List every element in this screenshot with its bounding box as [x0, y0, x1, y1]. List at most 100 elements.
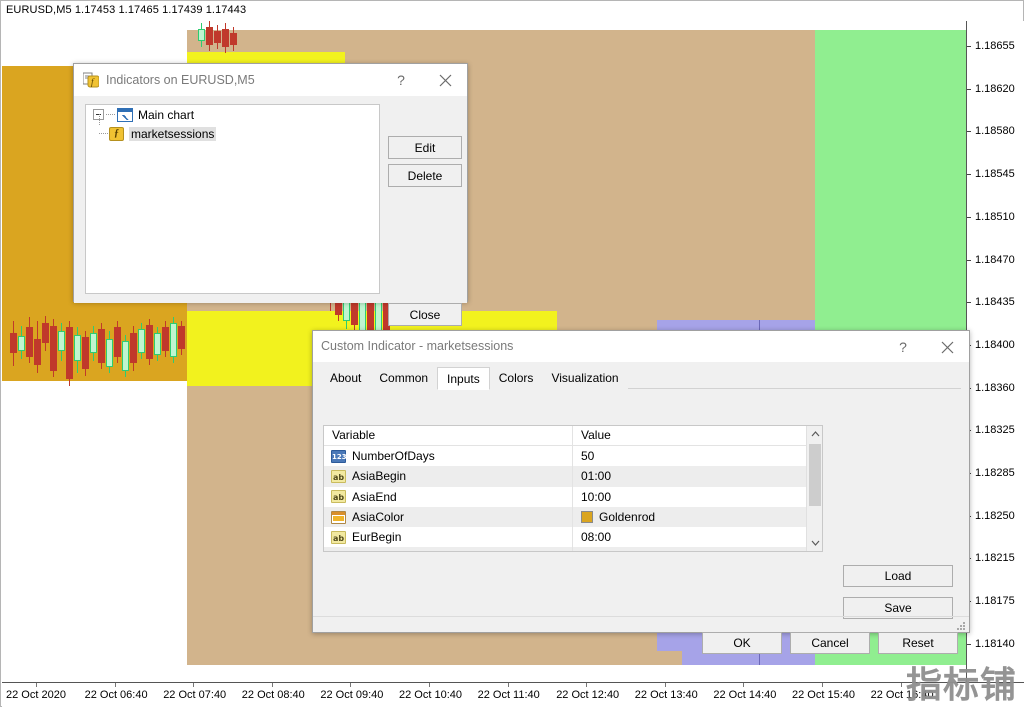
candle-body: [367, 299, 374, 333]
cell-variable: ab EurEnd: [324, 551, 572, 552]
time-tick: [743, 683, 745, 687]
dialog-divider: [313, 616, 969, 617]
scroll-down-icon[interactable]: [807, 535, 822, 551]
time-label: 22 Oct 12:40: [556, 689, 620, 701]
price-scale[interactable]: 1.18655 1.18620 1.18580 1.18545 1.18510 1.184…: [966, 21, 1024, 693]
time-label: 22 Oct 15:40: [792, 689, 855, 701]
price-tick: [967, 46, 971, 47]
table-row[interactable]: AsiaColor Goldenrod: [324, 506, 822, 528]
reset-button[interactable]: Reset: [878, 632, 958, 654]
variable-name: AsiaBegin: [352, 469, 407, 484]
custom-indicator-dialog[interactable]: Custom Indicator - marketsessions ? Abou…: [312, 330, 970, 654]
tab-inputs[interactable]: Inputs: [437, 367, 490, 390]
time-tick: [429, 683, 430, 687]
time-tick: [507, 683, 509, 687]
time-tick: [900, 683, 902, 687]
resize-grip[interactable]: [956, 621, 966, 631]
column-header-value: Value: [572, 426, 822, 445]
price-label: 1.18470: [975, 253, 1015, 266]
tab-visualization[interactable]: Visualization: [542, 368, 628, 389]
candle-body: [58, 331, 65, 351]
table-row[interactable]: ab AsiaEnd 10:00: [324, 486, 822, 507]
value-text: Goldenrod: [599, 510, 656, 525]
price-tick: [967, 643, 971, 645]
cell-value[interactable]: 10:00: [572, 486, 822, 507]
time-label: 22 Oct 08:40: [241, 689, 305, 701]
cell-value[interactable]: 16:00: [572, 547, 822, 551]
price-tick: [967, 216, 971, 218]
time-label: 22 Oct 10:40: [399, 689, 462, 701]
cell-value[interactable]: 08:00: [572, 527, 822, 548]
ok-button[interactable]: OK: [702, 632, 782, 654]
tree-label-main-chart: Main chart: [138, 107, 195, 122]
time-label: 22 Oct 14:40: [713, 689, 777, 701]
variable-name: AsiaEnd: [352, 489, 397, 504]
candle-body: [50, 326, 57, 371]
candle-body: [26, 327, 33, 357]
time-tick: [664, 683, 666, 687]
custom-indicator-titlebar[interactable]: Custom Indicator - marketsessions ?: [313, 331, 969, 362]
time-tick: [271, 683, 273, 687]
candle-body: [66, 327, 73, 379]
variable-name: EurEnd: [352, 551, 392, 552]
candle-body: [98, 329, 105, 363]
load-button[interactable]: Load: [843, 565, 953, 587]
table-row[interactable]: ab AsiaBegin 01:00: [324, 466, 822, 487]
indicators-dialog-body: Main chart ƒ marketsessions Edit Delete …: [74, 96, 467, 326]
candle-body: [206, 27, 213, 45]
tree-vline: [99, 114, 100, 125]
time-scale[interactable]: 22 Oct 2020 22 Oct 06:40 22 Oct 07:40 22 Oc…: [2, 682, 1024, 707]
time-tick: [36, 683, 37, 687]
help-icon[interactable]: ?: [379, 64, 423, 96]
close-button[interactable]: Close: [388, 303, 462, 326]
tree-row-marketsessions[interactable]: ƒ marketsessions: [86, 124, 379, 143]
edit-button[interactable]: Edit: [388, 136, 462, 159]
indicator-function-icon: ƒ: [109, 126, 124, 141]
close-icon[interactable]: [423, 64, 467, 96]
indicators-window-icon: f: [82, 72, 100, 88]
tab-colors[interactable]: Colors: [489, 368, 543, 389]
time-label: 22 Oct 2020: [6, 689, 66, 701]
price-tick: [967, 88, 971, 90]
time-label: 22 Oct 09:40: [320, 689, 384, 701]
tree-label-marketsessions: marketsessions: [129, 126, 217, 141]
candle-body: [154, 333, 161, 355]
scroll-up-icon[interactable]: [807, 426, 822, 442]
tab-common[interactable]: Common: [370, 368, 438, 389]
tree-row-main-chart[interactable]: Main chart: [86, 105, 379, 124]
delete-button[interactable]: Delete: [388, 164, 462, 187]
string-icon: ab: [331, 469, 346, 483]
string-icon: ab: [331, 490, 346, 504]
indicators-tree[interactable]: Main chart ƒ marketsessions: [85, 104, 380, 294]
indicators-dialog-titlebar[interactable]: f Indicators on EURUSD,M5 ?: [74, 64, 467, 96]
table-row[interactable]: ab EurBegin 08:00: [324, 527, 822, 548]
table-row[interactable]: 123 NumberOfDays 50: [324, 446, 822, 467]
close-icon[interactable]: [925, 331, 969, 363]
tab-about[interactable]: About: [321, 368, 371, 389]
tree-connector-icon: [106, 114, 115, 115]
cell-value[interactable]: 01:00: [572, 466, 822, 487]
candle-body: [106, 339, 113, 367]
help-icon[interactable]: ?: [881, 331, 925, 363]
cancel-button[interactable]: Cancel: [790, 632, 870, 654]
custom-indicator-tabs[interactable]: About Common Inputs Colors Visualization: [321, 367, 961, 390]
cell-value[interactable]: Goldenrod: [572, 506, 822, 528]
candle-body: [170, 323, 177, 357]
candle-body: [34, 339, 41, 365]
inputs-grid[interactable]: Variable Value 123 NumberOfDays 50 ab AsiaBe…: [323, 425, 823, 552]
variable-name: AsiaColor: [352, 510, 405, 525]
candle-body: [122, 341, 129, 371]
candle-body: [82, 337, 89, 369]
scrollbar-thumb[interactable]: [809, 444, 821, 506]
chart-quote-bar: EURUSD,M5 1.17453 1.17465 1.17439 1.1744…: [6, 4, 247, 16]
time-label: 22 Oct 11:40: [477, 689, 540, 701]
price-tick: [967, 131, 971, 133]
table-row[interactable]: ab EurEnd 16:00: [324, 547, 822, 552]
time-tick: [114, 683, 116, 687]
cell-variable: ab EurBegin: [324, 530, 572, 544]
candle-body: [178, 326, 185, 349]
indicators-dialog[interactable]: f Indicators on EURUSD,M5 ? Main chart ƒ…: [73, 63, 468, 326]
cell-value[interactable]: 50: [572, 446, 822, 467]
inputs-grid-scrollbar[interactable]: [806, 426, 822, 551]
price-label: 1.18620: [975, 82, 1015, 95]
